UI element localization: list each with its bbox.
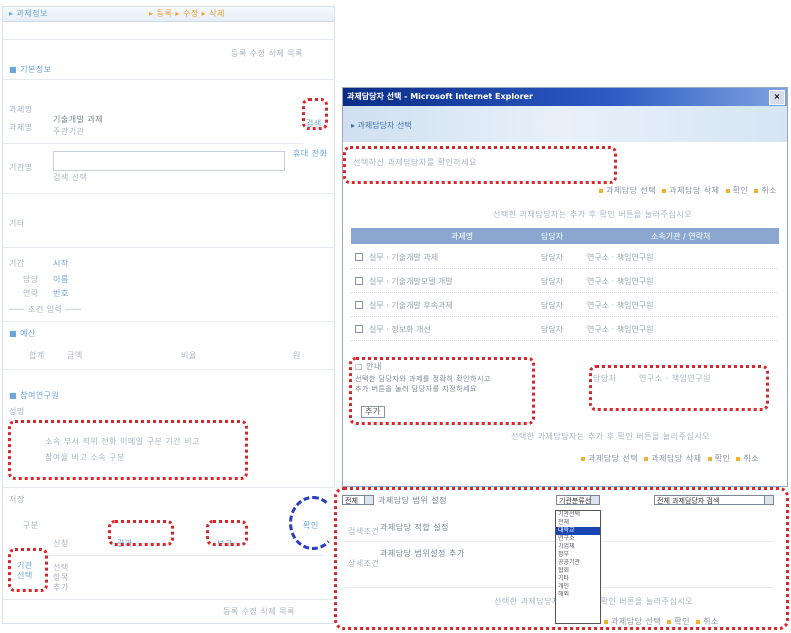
member-head: 성명 — [9, 407, 25, 416]
highlight-result — [589, 365, 769, 411]
action-ok[interactable]: 확인 — [733, 186, 749, 195]
highlight-search-button — [302, 98, 328, 130]
action-ok-icon — [725, 188, 730, 193]
popup-info-line: 선택한 과제담당자는 추가 후 확인 버튼을 눌러주십시오 — [493, 210, 693, 219]
section-basic-title: ■ 기본정보 — [9, 65, 52, 74]
row-name: 실무 · 기술개발 과제 — [369, 253, 439, 262]
bottom-cancel-icon — [736, 456, 741, 461]
budget-d: 원 — [293, 351, 301, 360]
field2-note: 휴대 전화 — [293, 149, 328, 158]
bottom-left-text: 선택 항목 추가 — [53, 563, 69, 592]
highlight-org-select — [8, 548, 48, 592]
popup-title: 과제담당자 선택 - Microsoft Internet Explorer — [347, 92, 533, 101]
popup-top-actions: 과제담당 선택 과제담당 삭제 확인 취소 — [599, 186, 777, 196]
bottom-item-0: 구분 — [23, 521, 39, 530]
popup-bottom-actions: 과제담당 선택 과제담당 삭제 확인 취소 — [581, 454, 759, 464]
top-right-links[interactable]: 등록 수정 삭제 목록 — [231, 49, 303, 59]
highlight-report-item — [206, 520, 248, 546]
section-budget-title: ■ 예산 — [9, 329, 36, 338]
action-cancel-icon — [754, 188, 759, 193]
bottom-cancel[interactable]: 취소 — [743, 454, 759, 463]
action-select[interactable]: 과제담당 선택 — [606, 186, 656, 195]
highlight-notice — [343, 146, 617, 184]
field2-label: 기관명 — [9, 163, 33, 172]
row0-a: 기간 — [9, 259, 25, 268]
highlight-search-panel — [334, 487, 789, 630]
col-org: 소속기관 / 연락처 — [651, 232, 711, 241]
row-name: 실무 · 기술개발모델 개발 — [369, 277, 453, 286]
action-select-icon — [599, 188, 603, 193]
table-row[interactable]: 실무 · 정보화 개선 담당자 연구소 · 책임연구원 — [351, 318, 779, 341]
row-checkbox[interactable] — [355, 276, 363, 285]
row-org: 연구소 · 책임연구원 — [587, 325, 654, 334]
row1-a: 담당 — [23, 275, 39, 284]
highlight-member-table — [8, 420, 248, 480]
row-org: 연구소 · 책임연구원 — [587, 277, 654, 286]
action-delete[interactable]: 과제담당 삭제 — [669, 186, 719, 195]
budget-b: 금액 — [67, 351, 83, 360]
col-person: 담당자 — [541, 232, 564, 241]
header-links[interactable]: ▸ 등록 ▸ 수정 ▸ 삭제 — [149, 9, 225, 19]
bottom-label: 저장 — [9, 495, 25, 504]
panel-header: ▸ 과제정보 ▸ 등록 ▸ 수정 ▸ 삭제 — [3, 7, 334, 22]
row-person: 담당자 — [541, 325, 564, 334]
section-member-title: ■ 참여연구원 — [9, 391, 60, 400]
misc-label: 기타 — [9, 219, 25, 228]
row2-a: 연락 — [23, 289, 39, 298]
row2-b: 번호 — [53, 289, 69, 298]
row0-b: 시작 — [53, 259, 69, 268]
row-checkbox[interactable] — [355, 252, 363, 261]
row-checkbox[interactable] — [355, 300, 363, 309]
field1-sub: 주관기관 — [53, 127, 85, 136]
popup-bottom-info: 선택한 과제담당자는 추가 후 확인 버튼을 눌러주십시오 — [511, 432, 711, 441]
table-row[interactable]: 실무 · 기술개발모델 개발 담당자 연구소 · 책임연구원 — [351, 270, 779, 293]
panel-heading: ▸ 과제정보 — [9, 9, 48, 18]
row-person: 담당자 — [541, 253, 564, 262]
field2-input[interactable] — [53, 151, 285, 171]
action-delete-icon — [662, 188, 667, 193]
row1-b: 이름 — [53, 275, 69, 284]
row-org: 연구소 · 책임연구원 — [587, 301, 654, 310]
budget-c: 비율 — [181, 351, 197, 360]
footer-links[interactable]: 등록 수정 삭제 목록 — [223, 607, 295, 617]
row-org: 연구소 · 책임연구원 — [587, 253, 654, 262]
popup-table-header: 과제명 담당자 소속기관 / 연락처 — [351, 228, 779, 244]
callout-circle — [289, 496, 337, 550]
popup-titlebar: 과제담당자 선택 - Microsoft Internet Explorer × — [343, 88, 787, 106]
bottom-select-icon — [581, 456, 585, 461]
popup-banner-label: ▸ 과제담당자 선택 — [351, 121, 412, 130]
field1-label: 과제명 — [9, 105, 33, 114]
row-name: 실무 · 정보화 개선 — [369, 325, 431, 334]
bottom-ok-icon — [707, 456, 712, 461]
action-cancel[interactable]: 취소 — [761, 186, 777, 195]
field1-value: 기술개발 과제 — [53, 115, 104, 124]
col-name: 과제명 — [451, 232, 474, 241]
field1-row-label: 과제명 — [9, 123, 33, 132]
row-name: 실무 · 기술개발 후속과제 — [369, 301, 453, 310]
bottom-select[interactable]: 과제담당 선택 — [588, 454, 638, 463]
bottom-item-1[interactable]: 신청 — [53, 539, 69, 549]
table-row[interactable]: 실무 · 기술개발 과제 담당자 연구소 · 책임연구원 — [351, 246, 779, 269]
row-checkbox[interactable] — [355, 324, 363, 333]
bottom-ok[interactable]: 확인 — [715, 454, 731, 463]
extra-row: ─── 조건 입력 ─── — [9, 305, 82, 314]
bottom-delete-icon — [644, 456, 649, 461]
popup-banner: ▸ 과제담당자 선택 — [343, 106, 787, 142]
table-row[interactable]: 실무 · 기술개발 후속과제 담당자 연구소 · 책임연구원 — [351, 294, 779, 317]
highlight-result-item — [108, 520, 174, 546]
budget-a: 합계 — [29, 351, 45, 360]
bottom-delete[interactable]: 과제담당 삭제 — [651, 454, 701, 463]
row-person: 담당자 — [541, 301, 564, 310]
field2-hint: 검색 선택 — [53, 173, 88, 182]
highlight-note — [349, 357, 535, 425]
close-icon[interactable]: × — [769, 90, 785, 105]
row-person: 담당자 — [541, 277, 564, 286]
